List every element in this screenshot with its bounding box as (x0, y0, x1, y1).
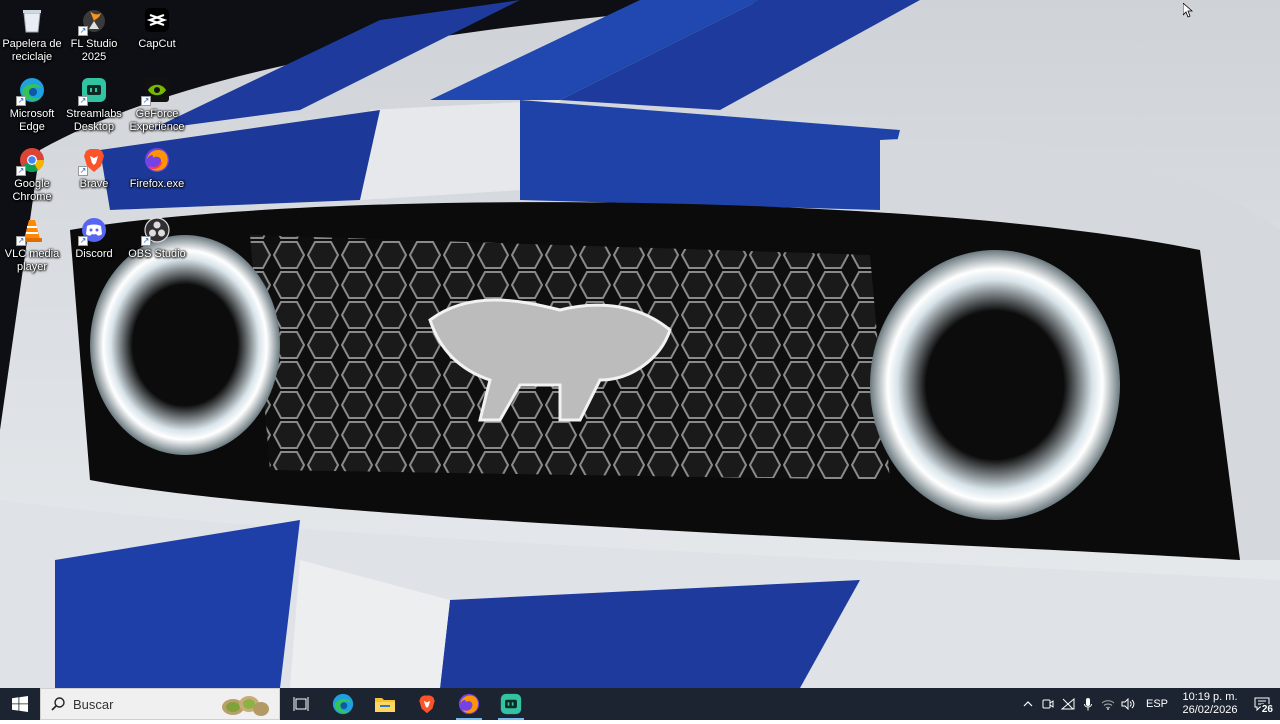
desktop-icon-discord[interactable]: ↗ Discord (62, 212, 126, 278)
system-tray: ESP 10:19 p. m. 26/02/2026 26 (1018, 688, 1280, 720)
desktop-icon-label: Streamlabs Desktop (66, 108, 122, 133)
desktop-icon-label: VLC media player (4, 248, 60, 273)
clock-time: 10:19 p. m. (1182, 691, 1238, 703)
desktop-icon-label: Papelera de reciclaje (2, 38, 62, 63)
desktop-icon-label: Brave (79, 178, 109, 190)
tray-microphone-button[interactable] (1078, 688, 1098, 720)
show-hidden-icons-button[interactable] (1018, 688, 1038, 720)
desktop-icon-chrome[interactable]: ↗ Google Chrome (0, 142, 64, 208)
desktop-wallpaper (0, 0, 1280, 688)
tray-network-button[interactable] (1058, 688, 1078, 720)
microphone-icon (1083, 697, 1092, 710)
firefox-icon (458, 693, 480, 715)
desktop-icon-label: Google Chrome (12, 178, 52, 203)
capcut-icon (143, 6, 171, 34)
desktop-icon-edge[interactable]: ↗ Microsoft Edge (0, 72, 64, 138)
chevron-up-icon (1023, 701, 1033, 707)
desktop-icon-label: CapCut (138, 38, 176, 50)
search-highlight-pistachio-icon (219, 691, 271, 724)
desktop-icon-obs[interactable]: ↗ OBS Studio (125, 212, 189, 278)
taskbar-app-edge[interactable] (322, 688, 364, 720)
vlc-icon: ↗ (16, 216, 46, 246)
notification-center-button[interactable]: 26 (1244, 688, 1280, 720)
desktop-icon-streamlabs[interactable]: ↗ Streamlabs Desktop (62, 72, 126, 138)
taskbar-clock[interactable]: 10:19 p. m. 26/02/2026 (1176, 691, 1244, 717)
desktop-icon-label: FL Studio 2025 (70, 38, 118, 63)
meet-now-icon (1042, 699, 1054, 709)
input-language-indicator[interactable]: ESP (1138, 698, 1176, 710)
tray-meet-now-button[interactable] (1038, 688, 1058, 720)
search-icon (51, 697, 65, 711)
brave-icon: ↗ (78, 146, 108, 176)
search-input[interactable] (71, 695, 215, 713)
geforce-icon: ↗ (141, 76, 171, 106)
taskbar-search-box[interactable] (40, 688, 280, 720)
desktop-icon-recycle-bin[interactable]: Papelera de reciclaje (0, 2, 64, 68)
tray-volume-button[interactable] (1118, 688, 1138, 720)
tray-wifi-button[interactable] (1098, 688, 1118, 720)
taskbar-app-brave[interactable] (406, 688, 448, 720)
obs-icon: ↗ (141, 216, 171, 246)
start-button[interactable] (0, 688, 40, 720)
desktop-icon-geforce[interactable]: ↗ GeForce Experience (125, 72, 189, 138)
fl-studio-icon: ↗ (78, 6, 108, 36)
edge-icon: ↗ (16, 76, 46, 106)
clock-date: 26/02/2026 (1182, 704, 1238, 716)
taskbar-app-firefox[interactable] (448, 688, 490, 720)
desktop-icon-label: GeForce Experience (129, 108, 185, 133)
discord-icon: ↗ (78, 216, 108, 246)
desktop-icon-fl-studio[interactable]: ↗ FL Studio 2025 (62, 2, 126, 68)
brave-icon (419, 695, 435, 714)
desktop-icon-capcut[interactable]: CapCut (125, 2, 189, 68)
desktop-icon-brave[interactable]: ↗ Brave (62, 142, 126, 208)
task-view-icon (293, 697, 309, 711)
desktop-icon-label: Firefox.exe (129, 178, 185, 190)
notification-count-badge: 26 (1260, 704, 1274, 715)
edge-icon (332, 693, 354, 715)
windows-logo-icon (12, 696, 28, 712)
taskbar-app-file-explorer[interactable] (364, 688, 406, 720)
desktop-icon-label: Microsoft Edge (9, 108, 55, 133)
desktop-icon-vlc[interactable]: ↗ VLC media player (0, 212, 64, 278)
desktop-icon-label: Discord (75, 248, 113, 260)
file-explorer-icon (375, 698, 395, 712)
streamlabs-icon: ↗ (78, 76, 108, 106)
network-disconnected-icon (1060, 698, 1075, 710)
recycle-bin-icon (18, 6, 46, 34)
desktop-icon-label: OBS Studio (128, 248, 186, 260)
desktop-icon-firefox[interactable]: Firefox.exe (125, 142, 189, 208)
volume-icon (1121, 698, 1135, 710)
mouse-cursor-icon (1182, 2, 1194, 23)
wifi-icon (1101, 699, 1115, 710)
taskbar: ESP 10:19 p. m. 26/02/2026 26 (0, 688, 1280, 720)
chrome-icon: ↗ (16, 146, 46, 176)
firefox-icon (143, 146, 171, 174)
streamlabs-icon (500, 693, 522, 715)
task-view-button[interactable] (280, 688, 322, 720)
taskbar-app-streamlabs[interactable] (490, 688, 532, 720)
